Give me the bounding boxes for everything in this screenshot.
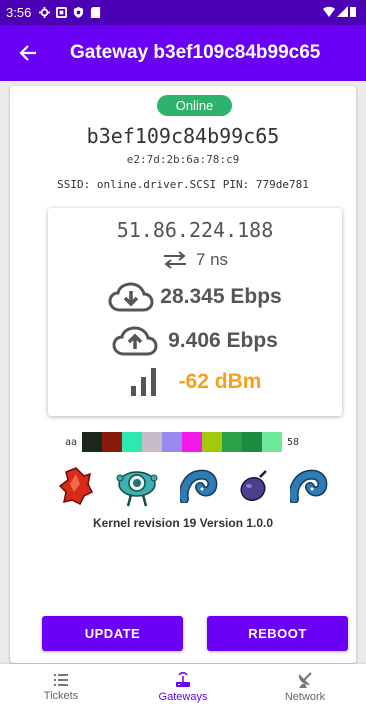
upload-row: 9.406 Ebps <box>48 326 342 356</box>
color-swatch <box>142 432 162 452</box>
back-button[interactable] <box>0 25 56 81</box>
nav-network[interactable]: Network <box>244 664 366 710</box>
wifi-icon <box>323 5 335 20</box>
cloud-upload-icon <box>112 326 158 356</box>
robot-drone-icon <box>116 471 158 507</box>
blue-snake-icon <box>180 469 218 503</box>
ip-address: 51.86.224.188 <box>116 218 274 242</box>
stats-card: 51.86.224.188 7 ns 28.345 Ebps 9.406 Ebp… <box>48 208 342 416</box>
color-swatch <box>162 432 182 452</box>
signal-row: -62 dBm <box>48 368 342 396</box>
nav-network-label: Network <box>284 691 326 703</box>
cloud-download-icon <box>108 282 154 312</box>
blue-snake-icon <box>290 469 328 503</box>
satellite-dish-icon <box>298 672 312 688</box>
strip-end-label: 58 <box>286 436 300 448</box>
arrow-back-icon <box>19 45 36 61</box>
notification-icon <box>56 7 68 18</box>
upload-speed: 9.406 Ebps <box>168 329 278 352</box>
cell-signal-icon <box>337 5 348 20</box>
download-speed: 28.345 Ebps <box>160 285 282 308</box>
kernel-version: Kernel revision 19 Version 1.0.0 <box>92 516 274 530</box>
color-swatch <box>202 432 222 452</box>
color-swatch <box>222 432 242 452</box>
gateway-id: b3ef109c84b99c65 <box>86 124 280 148</box>
gateway-ssid-pin: SSID: online.driver.SCSI PIN: 779de781 <box>57 178 309 191</box>
swap-arrows-icon <box>163 251 186 269</box>
purple-plum-icon <box>240 470 267 502</box>
latency-value: 7 ns <box>195 250 229 269</box>
gateway-card: Online b3ef109c84b99c65 e2:7d:2b:6a:78:c… <box>10 86 356 663</box>
nav-tickets-label: Tickets <box>43 690 79 702</box>
status-badge: Online <box>157 95 232 116</box>
battery-icon <box>350 5 356 20</box>
status-bar: 3:56 <box>0 0 366 25</box>
red-crystal-icon <box>58 467 94 506</box>
signal-bars-icon <box>130 368 156 396</box>
color-swatch <box>122 432 142 452</box>
bottom-nav: Tickets Gateways Network <box>0 664 366 710</box>
latency-row: 7 ns <box>48 250 342 270</box>
download-row: 28.345 Ebps <box>48 282 342 312</box>
strip-start-label: aa <box>64 436 78 448</box>
sd-card-icon <box>90 7 101 18</box>
shield-icon <box>73 7 84 18</box>
color-swatch <box>262 432 282 452</box>
app-bar: Gateway b3ef109c84b99c65 <box>0 25 366 81</box>
color-strip: aa 58 <box>60 432 304 452</box>
nav-gateways-label: Gateways <box>158 691 208 703</box>
nav-gateways[interactable]: Gateways <box>122 664 244 710</box>
list-icon <box>54 674 68 686</box>
gateway-mac: e2:7d:2b:6a:78:c9 <box>126 153 240 166</box>
router-icon <box>176 672 190 687</box>
color-swatch <box>242 432 262 452</box>
reboot-button[interactable]: REBOOT <box>207 616 348 651</box>
page-title: Gateway b3ef109c84b99c65 <box>70 42 321 63</box>
color-swatch <box>182 432 202 452</box>
signal-strength: -62 dBm <box>178 370 262 393</box>
status-time: 3:56 <box>6 5 32 20</box>
identicon-row <box>58 464 328 508</box>
color-swatch <box>82 432 102 452</box>
settings-icon <box>39 7 51 18</box>
update-button[interactable]: UPDATE <box>42 616 183 651</box>
nav-tickets[interactable]: Tickets <box>0 664 122 710</box>
color-swatch <box>102 432 122 452</box>
